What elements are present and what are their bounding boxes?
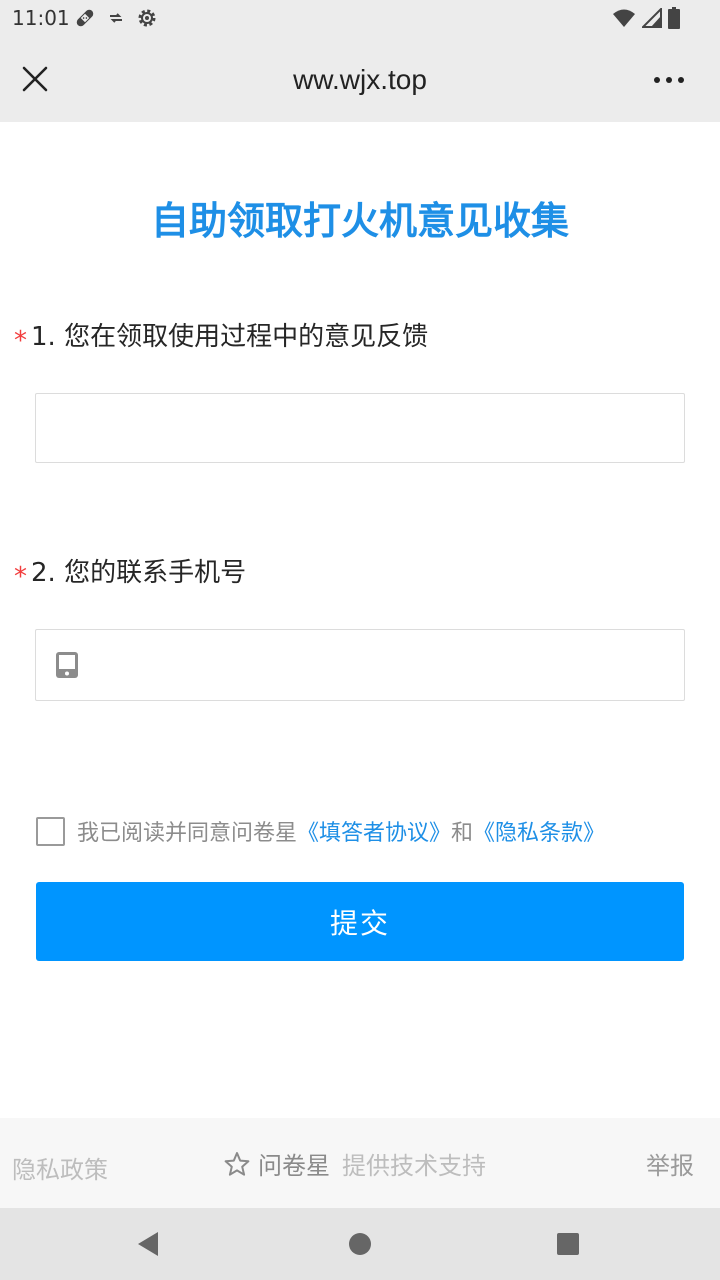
- required-mark: *: [14, 562, 27, 592]
- footer-brand-area: 问卷星 提供技术支持: [224, 1146, 486, 1181]
- nav-recents-button[interactable]: [554, 1230, 582, 1258]
- home-circle-icon: [349, 1233, 371, 1255]
- phone-input[interactable]: [36, 630, 684, 700]
- more-dots-icon: [678, 77, 684, 83]
- system-navigation-bar: [0, 1208, 720, 1280]
- survey-title: 自助领取打火机意见收集: [150, 199, 569, 243]
- data-sync-icon: [110, 13, 122, 23]
- status-icons-right: [612, 6, 680, 30]
- status-time: 11:01: [12, 6, 70, 30]
- feedback-input[interactable]: [36, 394, 684, 462]
- close-icon: [22, 66, 48, 92]
- browser-title-bar: ww.wjx.top: [0, 36, 720, 122]
- submit-button[interactable]: 提交: [36, 882, 684, 961]
- mobile-phone-icon: [56, 652, 78, 678]
- agreement-checkbox[interactable]: [36, 816, 65, 846]
- tech-support-text: 提供技术支持: [342, 1152, 486, 1180]
- star-icon: [224, 1151, 250, 1176]
- feedback-field: [35, 393, 685, 463]
- privacy-terms-link[interactable]: 《隐私条款》: [473, 815, 605, 847]
- cell-signal-icon: [642, 8, 662, 28]
- agreement-row: 我已阅读并同意问卷星 《填答者协议》 和 《隐私条款》: [36, 816, 605, 846]
- nav-home-button[interactable]: [346, 1230, 374, 1258]
- question-1-text: 1. 您在领取使用过程中的意见反馈: [31, 322, 429, 352]
- question-2-label: * 2. 您的联系手机号: [14, 556, 247, 592]
- agreement-text: 我已阅读并同意问卷星: [77, 821, 298, 846]
- back-triangle-icon: [138, 1232, 158, 1256]
- question-2-text: 2. 您的联系手机号: [31, 558, 247, 588]
- question-1-label: * 1. 您在领取使用过程中的意见反馈: [14, 320, 429, 356]
- more-dots-icon: [666, 77, 672, 83]
- more-dots-icon: [654, 77, 660, 83]
- status-icons-left: [74, 6, 158, 30]
- phone-field: [35, 629, 685, 701]
- nav-back-button[interactable]: [134, 1230, 162, 1258]
- report-link[interactable]: 举报: [646, 1146, 694, 1181]
- recents-square-icon: [557, 1233, 579, 1255]
- privacy-policy-link[interactable]: 隐私政策: [12, 1150, 108, 1185]
- page-footer: 隐私政策 问卷星 提供技术支持 举报: [0, 1118, 720, 1208]
- settings-gear-icon: [138, 9, 156, 27]
- bandage-icon: [76, 9, 94, 27]
- user-agreement-link[interactable]: 《填答者协议》: [297, 815, 451, 847]
- close-button[interactable]: [14, 58, 56, 100]
- wifi-icon: [613, 9, 635, 27]
- more-options-button[interactable]: [642, 60, 696, 100]
- agreement-and-text: 和: [451, 821, 474, 846]
- brand-name-link[interactable]: 问卷星: [258, 1146, 330, 1181]
- battery-icon: [668, 7, 680, 29]
- page-url-title: ww.wjx.top: [293, 64, 427, 95]
- required-mark: *: [14, 326, 27, 356]
- status-bar: 11:01: [0, 0, 720, 36]
